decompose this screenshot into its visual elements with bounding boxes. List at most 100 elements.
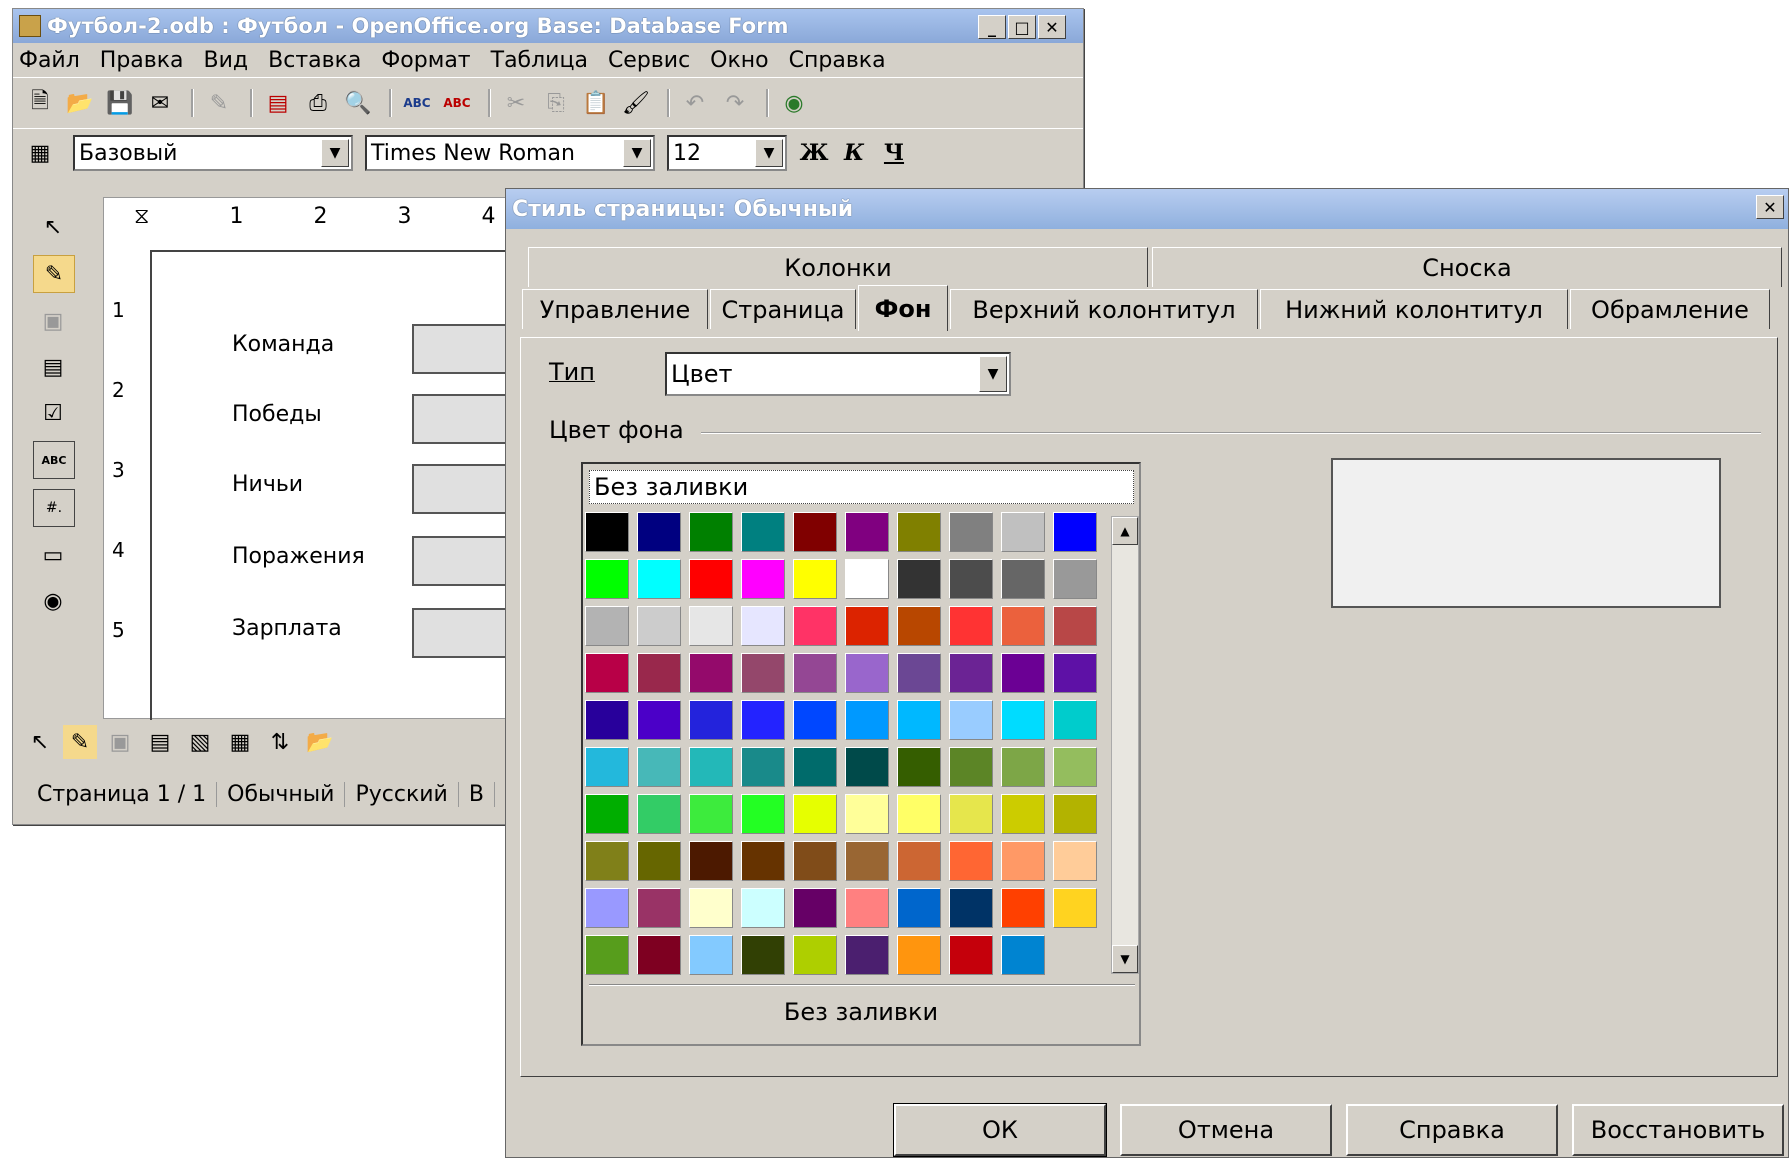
color-swatch[interactable] — [949, 606, 993, 646]
color-swatch[interactable] — [585, 794, 629, 834]
color-swatch[interactable] — [897, 512, 941, 552]
design-mode-icon[interactable]: ✎ — [33, 255, 75, 293]
color-swatch[interactable] — [1053, 794, 1097, 834]
checkbox-icon[interactable]: ☑ — [33, 395, 73, 431]
color-swatch[interactable] — [845, 888, 889, 928]
color-swatch[interactable] — [585, 606, 629, 646]
color-swatch[interactable] — [689, 888, 733, 928]
color-swatch[interactable] — [949, 794, 993, 834]
color-swatch[interactable] — [637, 888, 681, 928]
color-swatch[interactable] — [949, 935, 993, 975]
color-swatch[interactable] — [637, 935, 681, 975]
color-swatch[interactable] — [845, 700, 889, 740]
no-fill-option[interactable]: Без заливки — [589, 470, 1134, 504]
color-swatch[interactable] — [741, 747, 785, 787]
color-swatch[interactable] — [845, 606, 889, 646]
underline-button[interactable]: Ч — [877, 136, 911, 170]
color-swatch[interactable] — [689, 606, 733, 646]
color-swatch[interactable] — [845, 512, 889, 552]
color-swatch[interactable] — [637, 512, 681, 552]
font-size-combo[interactable]: 12 ▼ — [667, 135, 787, 171]
navigator-icon[interactable]: ◉ — [777, 86, 811, 120]
chevron-down-icon[interactable]: ▼ — [755, 139, 783, 167]
cut-icon[interactable]: ✂ — [499, 86, 533, 120]
color-swatch[interactable] — [949, 747, 993, 787]
color-swatch[interactable] — [845, 559, 889, 599]
color-swatch[interactable] — [793, 700, 837, 740]
select-pointer-icon[interactable]: ↖ — [33, 209, 73, 245]
color-swatch[interactable] — [949, 700, 993, 740]
save-icon[interactable]: 💾 — [103, 86, 137, 120]
color-swatch[interactable] — [741, 653, 785, 693]
color-swatch[interactable] — [689, 512, 733, 552]
color-swatch[interactable] — [1053, 606, 1097, 646]
color-swatch[interactable] — [1001, 559, 1045, 599]
color-swatch[interactable] — [637, 841, 681, 881]
color-swatch[interactable] — [897, 794, 941, 834]
menu-format[interactable]: Формат — [381, 48, 470, 73]
menu-tools[interactable]: Сервис — [608, 48, 690, 73]
color-swatch[interactable] — [1053, 841, 1097, 881]
add-field-icon[interactable]: ▦ — [223, 725, 257, 759]
color-swatch[interactable] — [1001, 747, 1045, 787]
color-swatch[interactable] — [741, 935, 785, 975]
type-select[interactable]: Цвет ▼ — [665, 352, 1011, 396]
color-swatch[interactable] — [949, 512, 993, 552]
scroll-up-icon[interactable]: ▲ — [1112, 517, 1138, 545]
color-swatch[interactable] — [741, 700, 785, 740]
color-swatch[interactable] — [741, 841, 785, 881]
control-properties-icon[interactable]: ▣ — [33, 303, 73, 339]
chevron-down-icon[interactable]: ▼ — [979, 356, 1007, 392]
color-swatch[interactable] — [1053, 512, 1097, 552]
color-swatch[interactable] — [1053, 700, 1097, 740]
italic-button[interactable]: К — [837, 136, 871, 170]
font-name-combo[interactable]: Times New Roman ▼ — [365, 135, 655, 171]
open-design-mode-icon[interactable]: 📂 — [303, 725, 337, 759]
page-preview-icon[interactable]: 🔍 — [341, 86, 375, 120]
color-swatch[interactable] — [793, 935, 837, 975]
menu-file[interactable]: Файл — [19, 48, 80, 73]
color-swatch[interactable] — [793, 794, 837, 834]
color-swatch[interactable] — [949, 841, 993, 881]
color-swatch[interactable] — [689, 700, 733, 740]
color-swatch[interactable] — [1001, 935, 1045, 975]
color-swatch[interactable] — [689, 653, 733, 693]
minimize-button[interactable]: _ — [978, 15, 1006, 39]
color-swatch[interactable] — [897, 935, 941, 975]
color-swatch[interactable] — [585, 653, 629, 693]
menu-edit[interactable]: Правка — [100, 48, 184, 73]
color-swatch[interactable] — [637, 747, 681, 787]
tab-background[interactable]: Фон — [858, 285, 948, 331]
cancel-button[interactable]: Отмена — [1120, 1104, 1332, 1156]
chevron-down-icon[interactable]: ▼ — [321, 139, 349, 167]
tab-footer[interactable]: Нижний колонтитул — [1260, 289, 1568, 329]
color-swatch[interactable] — [793, 606, 837, 646]
new-document-icon[interactable]: 🗎 — [23, 86, 57, 120]
color-swatch[interactable] — [897, 606, 941, 646]
color-swatch[interactable] — [793, 841, 837, 881]
close-button[interactable]: ✕ — [1756, 195, 1784, 219]
color-swatch[interactable] — [1001, 841, 1045, 881]
format-paintbrush-icon[interactable]: 🖌 — [619, 86, 653, 120]
mail-icon[interactable]: ✉ — [143, 86, 177, 120]
menu-help[interactable]: Справка — [789, 48, 886, 73]
color-swatch[interactable] — [585, 935, 629, 975]
scroll-down-icon[interactable]: ▼ — [1112, 945, 1138, 973]
color-swatch[interactable] — [689, 747, 733, 787]
color-swatch[interactable] — [845, 841, 889, 881]
color-swatch[interactable] — [1053, 888, 1097, 928]
menu-table[interactable]: Таблица — [491, 48, 588, 73]
chevron-down-icon[interactable]: ▼ — [623, 139, 651, 167]
tab-columns[interactable]: Колонки — [528, 247, 1148, 287]
styles-icon[interactable]: ▦ — [23, 136, 57, 170]
color-swatch[interactable] — [637, 794, 681, 834]
autospellcheck-icon[interactable]: ABC — [440, 86, 474, 120]
color-swatch[interactable] — [689, 794, 733, 834]
menu-insert[interactable]: Вставка — [268, 48, 361, 73]
color-swatch[interactable] — [689, 841, 733, 881]
design-mode-icon[interactable]: ✎ — [63, 725, 97, 759]
color-swatch[interactable] — [1001, 512, 1045, 552]
color-swatch[interactable] — [949, 888, 993, 928]
tab-footnote[interactable]: Сноска — [1152, 247, 1782, 287]
color-swatch[interactable] — [637, 700, 681, 740]
